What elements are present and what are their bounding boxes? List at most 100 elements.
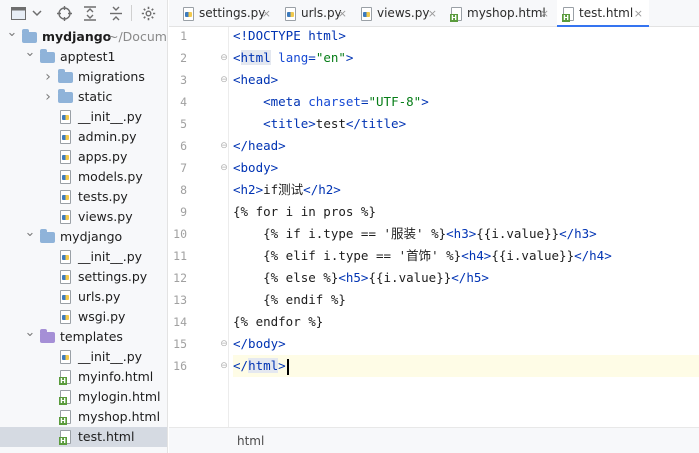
code-token: "en" [315, 50, 346, 65]
code-token: <meta [263, 94, 301, 109]
close-icon[interactable]: × [338, 0, 347, 27]
code-token: "UTF-8" [368, 94, 422, 109]
line-number: 7 [180, 161, 187, 175]
code-line[interactable]: {% else %}<h5>{{i.value}}</h5> [233, 267, 699, 289]
tab-settings-py[interactable]: settings.py × [177, 0, 277, 27]
close-icon[interactable]: × [540, 0, 549, 27]
tab-urls-py[interactable]: urls.py × [279, 0, 353, 27]
code-line[interactable]: </html> [233, 355, 699, 377]
fold-marker-icon[interactable]: ⊖ [219, 135, 229, 157]
python-file-icon [283, 7, 298, 21]
tab-label: views.py [377, 6, 430, 20]
chevron-right-icon[interactable]: › [42, 87, 54, 107]
close-icon[interactable]: × [428, 0, 437, 27]
line-number: 5 [180, 117, 187, 131]
fold-marker-icon[interactable]: ⊖ [219, 157, 229, 179]
tree-file[interactable]: __init__.py [0, 247, 167, 267]
close-icon[interactable]: × [262, 0, 271, 27]
chevron-down-icon[interactable] [29, 5, 45, 21]
tree-folder[interactable]: ⌄ apptest1 [0, 45, 167, 67]
tree-file[interactable]: myshop.html [0, 407, 167, 427]
line-number-gutter: 1 2 ⊖ 3 ⊖ 4 5 6 ⊖ 7 ⊖ 8 9 10 11 12 13 14 15 ⊖ 16 ⊖ [169, 27, 229, 427]
code-line[interactable]: {% elif i.type == '首饰' %}<h4>{{i.value}}… [233, 245, 699, 267]
chevron-down-icon[interactable]: ⌄ [24, 43, 36, 63]
fold-marker-icon[interactable]: ⊖ [219, 69, 229, 91]
tree-item-label: models.py [78, 169, 143, 184]
locate-icon[interactable] [56, 5, 72, 21]
fold-marker-icon[interactable]: ⊖ [219, 47, 229, 69]
code-token: </ [233, 358, 249, 373]
python-file-icon [58, 110, 73, 124]
folder-icon [58, 69, 73, 84]
tree-file[interactable]: __init__.py [0, 107, 167, 127]
code-token: <h3> [446, 226, 477, 241]
tree-file[interactable]: tests.py [0, 187, 167, 207]
code-token: html [248, 358, 279, 373]
line-number: 13 [173, 293, 187, 307]
code-line[interactable]: {% for i in pros %} [233, 201, 699, 223]
line-number: 12 [173, 271, 187, 285]
code-token: < [233, 50, 241, 65]
tree-file[interactable]: settings.py [0, 267, 167, 287]
tree-item-label: __init__.py [78, 109, 143, 124]
gear-icon[interactable] [140, 5, 156, 21]
fold-marker-icon[interactable]: ⊖ [219, 355, 229, 377]
code-line[interactable]: <h2>if测试</h2> [233, 179, 699, 201]
chevron-right-icon[interactable]: › [42, 67, 54, 87]
collapse-all-icon[interactable] [108, 5, 124, 21]
chevron-down-icon[interactable]: ⌄ [24, 223, 36, 243]
python-file-icon [359, 7, 374, 21]
line-number: 9 [180, 205, 187, 219]
code-line[interactable]: <body> [233, 157, 699, 179]
code-line[interactable]: </head> [233, 135, 699, 157]
fold-marker-icon[interactable]: ⊖ [219, 333, 229, 355]
toolbar-divider [131, 5, 132, 21]
tree-item-label: __init__.py [78, 249, 143, 264]
code-token: html [240, 50, 271, 65]
tree-item-label: myshop.html [78, 409, 161, 424]
code-line[interactable]: <html lang="en"> [233, 47, 699, 69]
line-number: 4 [180, 95, 187, 109]
tab-views-py[interactable]: views.py × [355, 0, 443, 27]
tree-item-label: urls.py [78, 289, 121, 304]
code-line[interactable]: <meta charset="UTF-8"> [233, 91, 699, 113]
text-caret [286, 358, 289, 375]
tab-label: urls.py [301, 6, 342, 20]
tree-file[interactable]: urls.py [0, 287, 167, 307]
line-number: 10 [173, 227, 187, 241]
tree-file[interactable]: myinfo.html [0, 367, 167, 387]
tree-folder[interactable]: ⌄ mydjango [0, 225, 167, 247]
code-token: = [360, 94, 369, 109]
tree-folder[interactable]: ⌄ templates [0, 325, 167, 347]
tree-item-label: test.html [78, 429, 135, 444]
code-line[interactable]: <!DOCTYPE html> [233, 25, 699, 47]
tree-folder[interactable]: › migrations [0, 67, 167, 87]
code-line[interactable]: {% endfor %} [233, 311, 699, 333]
code-line[interactable]: <title>test</title> [233, 113, 699, 135]
tree-item-label: myinfo.html [78, 369, 154, 384]
html-file-icon [58, 390, 73, 405]
tab-test-html[interactable]: test.html× [557, 0, 649, 27]
tree-file[interactable]: models.py [0, 167, 167, 187]
breadcrumb[interactable]: html [237, 428, 264, 453]
tree-file[interactable]: mylogin.html [0, 387, 167, 407]
code-line[interactable]: <head> [233, 69, 699, 91]
close-icon[interactable]: × [634, 0, 643, 27]
tree-file[interactable]: test.html [0, 427, 167, 447]
code-line[interactable]: {% endif %} [233, 289, 699, 311]
chevron-down-icon[interactable]: ⌄ [24, 323, 36, 343]
code-token: </h4> [574, 248, 612, 263]
tree-file[interactable]: apps.py [0, 147, 167, 167]
project-view-icon[interactable] [10, 5, 26, 21]
chevron-down-icon[interactable]: ⌄ [6, 23, 18, 43]
python-file-icon [58, 270, 73, 284]
code-line[interactable]: {% if i.type == '服装' %}<h3>{{i.value}}</… [233, 223, 699, 245]
code-token: <h4> [461, 248, 492, 263]
code-line[interactable]: </body> [233, 333, 699, 355]
expand-all-icon[interactable] [82, 5, 98, 21]
tree-file[interactable]: admin.py [0, 127, 167, 147]
tree-file[interactable]: __init__.py [0, 347, 167, 367]
code-editor[interactable]: <!DOCTYPE html> <html lang="en"> <head> <m… [233, 27, 699, 427]
tree-folder[interactable]: › static [0, 87, 167, 107]
tab-myshop-html[interactable]: myshop.html× [445, 0, 555, 27]
